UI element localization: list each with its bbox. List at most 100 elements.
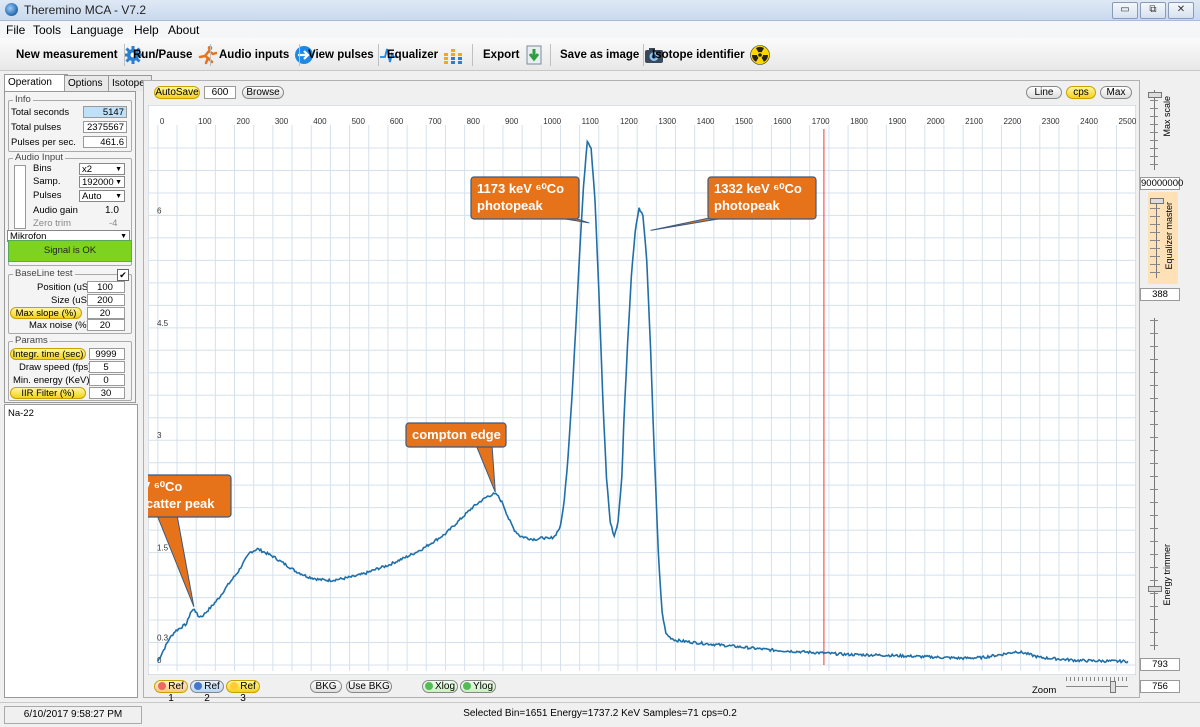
tab-operation[interactable]: Operation <box>4 74 68 92</box>
integr-time-value[interactable]: 9999 <box>89 348 125 360</box>
ref1-button[interactable]: Ref 1 <box>154 680 188 704</box>
x-tick-label: 500 <box>352 117 366 126</box>
xlog-label: Xlog <box>434 681 455 692</box>
equalizer-button[interactable]: Equalizer <box>387 44 463 66</box>
x-tick-label: 300 <box>275 117 289 126</box>
pulses-label: Pulses <box>33 190 62 201</box>
callout: 1173 keV ⁶⁰Co photopeak <box>470 176 590 224</box>
x-tick-label: 2500 <box>1118 117 1136 126</box>
equalizer-master-thumb[interactable] <box>1150 198 1164 204</box>
callout-text: 94 keV ⁶⁰Co <box>148 479 182 494</box>
ylog-dot-icon <box>462 682 471 690</box>
audio-gain-value[interactable]: 1.0 <box>105 205 119 216</box>
spectrum-chart[interactable]: 0 100 200 300 400 500 600 700 800 900 1000 1100 1200… <box>148 105 1136 675</box>
max-button[interactable]: Max <box>1100 86 1132 99</box>
ref3-button[interactable]: Ref 3 <box>226 680 260 704</box>
x-tick-label: 1200 <box>620 117 638 126</box>
xlog-button[interactable]: Xlog <box>422 680 458 693</box>
position-value[interactable]: 100 <box>87 281 125 293</box>
iir-filter-button[interactable]: IIR Filter (%) <box>10 387 86 399</box>
ref3-label: Ref 3 <box>240 681 256 704</box>
cps-button[interactable]: cps <box>1066 86 1096 99</box>
bins-value: x2 <box>82 164 93 175</box>
y-tick-label: 3 <box>157 431 162 440</box>
isotope-list: Na-22 <box>4 404 138 698</box>
maximize-button[interactable]: ⧉ <box>1140 2 1166 19</box>
params-group-label: Params <box>13 335 50 346</box>
size-value[interactable]: 200 <box>87 294 125 306</box>
window-controls: ▭ ⧉ ✕ <box>1112 2 1194 19</box>
zero-trim-label: Zero trim <box>33 218 71 229</box>
callout-text: photopeak <box>477 198 543 213</box>
integr-time-button[interactable]: Integr. time (sec) <box>10 348 86 360</box>
x-tick-label: 1400 <box>697 117 715 126</box>
info-group-label: Info <box>13 94 33 105</box>
bins-label: Bins <box>33 163 52 174</box>
callout-text: 1332 keV ⁶⁰Co <box>714 181 802 196</box>
autosave-interval-input[interactable]: 600 <box>204 86 236 99</box>
samp-select[interactable]: 192000 ▼ <box>79 176 125 188</box>
browse-button[interactable]: Browse <box>242 86 284 99</box>
minimize-button[interactable]: ▭ <box>1112 2 1138 19</box>
input-level-meter <box>14 165 26 229</box>
ylog-button[interactable]: Ylog <box>460 680 496 693</box>
x-tick-label: 900 <box>505 117 519 126</box>
close-button[interactable]: ✕ <box>1168 2 1194 19</box>
x-tick-label: 200 <box>237 117 251 126</box>
max-slope-value[interactable]: 20 <box>87 307 125 319</box>
use-bkg-button[interactable]: Use BKG <box>346 680 392 693</box>
max-scale-thumb[interactable] <box>1148 92 1162 98</box>
zoom-slider[interactable] <box>1066 677 1128 693</box>
x-tick-label: 600 <box>390 117 404 126</box>
zero-trim-value[interactable]: -4 <box>109 218 117 229</box>
x-tick-label: 700 <box>428 117 442 126</box>
baseline-checkbox[interactable]: ✔ <box>117 269 129 281</box>
max-scale-slider[interactable]: Max scale <box>1148 86 1178 174</box>
draw-speed-value[interactable]: 5 <box>89 361 125 373</box>
x-tick-label: 1500 <box>735 117 753 126</box>
iir-filter-value[interactable]: 30 <box>89 387 125 399</box>
save-as-image-button[interactable]: Save as image <box>560 44 664 66</box>
x-tick-label: 1100 <box>582 117 600 126</box>
energy-trimmer-value[interactable]: 793 <box>1140 658 1180 671</box>
export-button[interactable]: Export <box>483 44 544 66</box>
min-energy-label: Min. energy (KeV) <box>13 375 90 386</box>
bkg-button[interactable]: BKG <box>310 680 342 693</box>
callout-text: photopeak <box>714 198 780 213</box>
zoom-value[interactable]: 756 <box>1140 680 1180 693</box>
ref1-dot-icon <box>158 682 167 690</box>
size-label: Size (uS) <box>51 295 91 306</box>
min-energy-value[interactable]: 0 <box>89 374 125 386</box>
window-title: Theremino MCA - V7.2 <box>24 3 147 17</box>
menu-tools[interactable]: Tools <box>33 23 61 37</box>
x-tick-label: 2200 <box>1003 117 1021 126</box>
menu-help[interactable]: Help <box>134 23 159 37</box>
energy-trimmer-slider[interactable]: Energy trimmer <box>1148 314 1178 654</box>
tab-options[interactable]: Options <box>64 75 112 91</box>
max-noise-value[interactable]: 20 <box>87 319 125 331</box>
x-tick-label: 1900 <box>888 117 906 126</box>
run-pause-button[interactable]: Run/Pause <box>133 44 218 66</box>
line-button[interactable]: Line <box>1026 86 1062 99</box>
menu-language[interactable]: Language <box>70 23 123 37</box>
audio-gain-label: Audio gain <box>33 205 78 216</box>
equalizer-master-slider[interactable]: Equalizer master <box>1148 192 1178 284</box>
isotope-identifier-button[interactable]: Isotope identifier <box>652 44 770 66</box>
max-scale-value[interactable]: 90000000 <box>1140 177 1183 190</box>
view-pulses-button[interactable]: View pulses <box>308 44 399 66</box>
zoom-slider-thumb[interactable] <box>1110 681 1116 693</box>
x-tick-label: 2100 <box>965 117 983 126</box>
bins-select[interactable]: x2 ▼ <box>79 163 125 175</box>
autosave-button[interactable]: AutoSave <box>154 86 200 99</box>
equalizer-master-value[interactable]: 388 <box>1140 288 1180 301</box>
menu-about[interactable]: About <box>168 23 199 37</box>
menu-file[interactable]: File <box>6 23 25 37</box>
ref2-button[interactable]: Ref 2 <box>190 680 224 704</box>
max-slope-button[interactable]: Max slope (%) <box>10 307 82 319</box>
ref1-label: Ref 1 <box>168 681 184 704</box>
callout-text: 1173 keV ⁶⁰Co <box>477 181 564 196</box>
pulses-select[interactable]: Auto ▼ <box>79 190 125 202</box>
position-label: Position (uS) <box>37 282 92 293</box>
isotope-list-item[interactable]: Na-22 <box>8 408 34 419</box>
energy-trimmer-thumb[interactable] <box>1148 586 1162 592</box>
